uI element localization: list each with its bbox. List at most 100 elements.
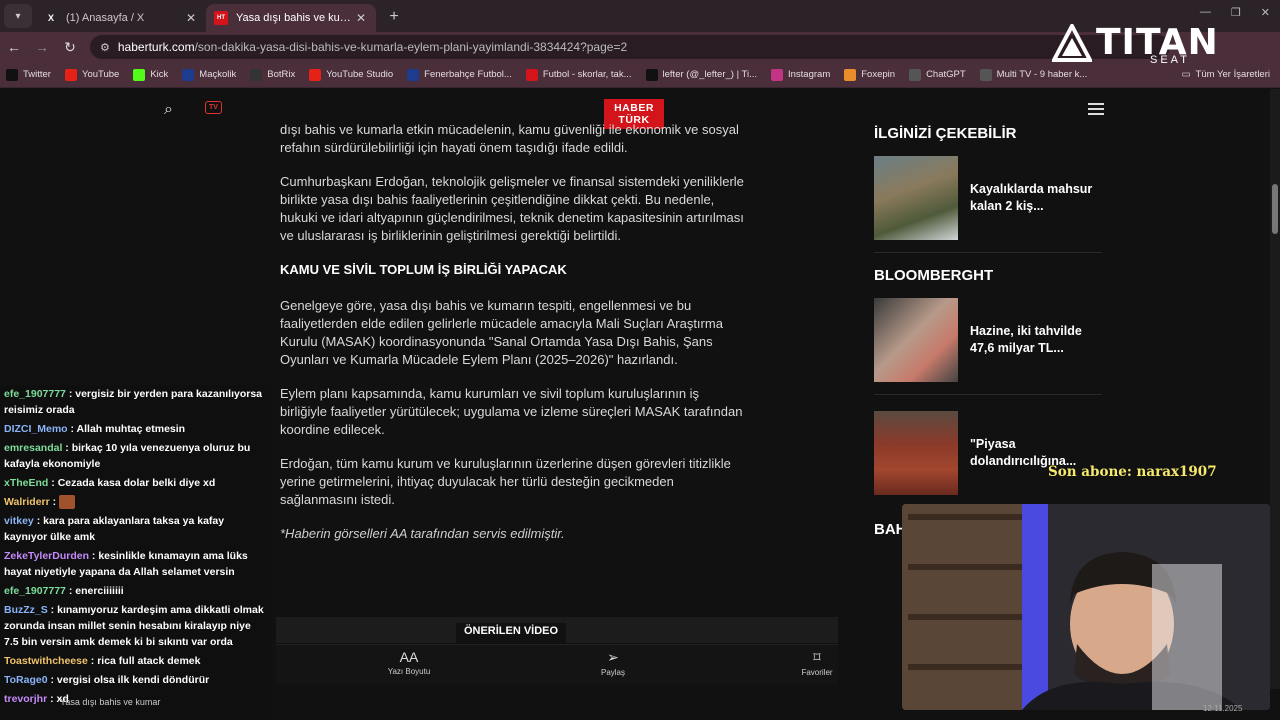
font-size-label: Yazı Boyutu	[387, 667, 431, 676]
forward-icon[interactable]: →	[28, 39, 56, 55]
chat-separator: :	[65, 388, 76, 400]
article-paragraph: Genelgeye göre, yasa dışı bahis ve kumar…	[280, 298, 723, 367]
bookmark-item[interactable]: Instagram	[771, 68, 830, 81]
bookmark-item[interactable]: BotRix	[250, 68, 296, 81]
bookmark-item[interactable]: Futbol - skorlar, tak...	[525, 68, 632, 81]
chat-username[interactable]: vitkey	[4, 515, 34, 527]
reload-icon[interactable]: ↻	[56, 39, 84, 56]
close-icon[interactable]: ✕	[354, 11, 368, 25]
chat-username[interactable]: Toastwithcheese	[4, 655, 88, 667]
chat-username[interactable]: BuzZz_S	[4, 604, 48, 616]
bookmark-item[interactable]: YouTube Studio	[309, 68, 394, 81]
chat-message: efe_1907777 : enerciiiiiii	[0, 582, 272, 601]
tab-title: Yasa dışı bahis ve kumarla eylem	[236, 12, 354, 24]
chat-message: efe_1907777 : vergisiz bir yerden para k…	[0, 385, 272, 420]
menu-icon[interactable]	[1088, 103, 1104, 118]
chat-message: Walriderr :	[0, 493, 272, 512]
article-paragraph: Cumhurbaşkanı Erdoğan, teknolojik gelişm…	[280, 174, 744, 243]
maximize-icon[interactable]: ❐	[1231, 6, 1241, 19]
bookmark-item[interactable]: Twitter	[6, 68, 51, 81]
share-icon: ➢	[607, 649, 619, 665]
chat-username[interactable]: emresandal	[4, 442, 62, 454]
taskbar-date: 12.11.2025	[1203, 704, 1243, 713]
chat-username[interactable]: xTheEnd	[4, 477, 48, 489]
favorites-button[interactable]: ⌑ Favoriler	[777, 649, 857, 677]
news-card[interactable]: Kayalıklarda mahsur kalan 2 kiş...	[874, 156, 1102, 253]
page-scrollbar[interactable]	[1270, 89, 1280, 689]
close-window-icon[interactable]: ✕	[1261, 6, 1270, 19]
tab-haberturk[interactable]: HT Yasa dışı bahis ve kumarla eylem ✕	[206, 4, 376, 32]
bookmark-item[interactable]: YouTube	[64, 68, 120, 81]
bookmark-icon	[844, 68, 857, 81]
section-title: İLGİNİZİ ÇEKEBİLİR	[874, 125, 1017, 142]
bookmark-item[interactable]: Fenerbahçe Futbol...	[407, 68, 512, 81]
all-bookmarks-label: Tüm Yer İşaretleri	[1195, 69, 1270, 80]
favorites-label: Favoriler	[801, 668, 833, 677]
bookmark-item[interactable]: Multi TV - 9 haber k...	[979, 68, 1087, 81]
taskbar-hint: Yasa dışı bahis ve kumar	[60, 697, 161, 707]
recommended-video-label: ÖNERİLEN VİDEO	[456, 623, 566, 643]
chat-message: Toastwithcheese : rica full atack demek	[0, 652, 272, 671]
news-thumbnail	[874, 156, 958, 240]
chat-separator: :	[89, 550, 99, 562]
bookmark-label: Twitter	[23, 69, 51, 80]
bookmark-icon	[250, 68, 263, 81]
new-tab-button[interactable]: +	[382, 8, 406, 26]
webcam-feed	[902, 504, 1270, 710]
bookmark-label: BotRix	[267, 69, 296, 80]
news-thumbnail	[874, 411, 958, 495]
webcam-image	[902, 504, 1270, 710]
stream-chat: efe_1907777 : vergisiz bir yerden para k…	[0, 385, 272, 720]
subscriber-alert: Son abone: narax1907	[1048, 464, 1217, 480]
bookmark-icon	[6, 68, 18, 81]
chat-message: xTheEnd : Cezada kasa dolar belki diye x…	[0, 474, 272, 493]
close-icon[interactable]: ✕	[184, 11, 198, 25]
sidebar: İLGİNİZİ ÇEKEBİLİR Kayalıklarda mahsur k…	[874, 125, 1102, 552]
haberturk-icon: HT	[214, 11, 228, 25]
site-info-icon[interactable]: ⚙	[100, 41, 110, 54]
chat-username[interactable]: ToRage0	[4, 674, 48, 686]
bookmark-icon: ⌑	[813, 649, 821, 665]
all-bookmarks[interactable]: ▭ Tüm Yer İşaretleri	[1182, 69, 1270, 80]
url-host: haberturk.com	[117, 40, 195, 54]
bookmark-icon	[525, 68, 538, 81]
bookmark-label: YouTube	[81, 69, 120, 80]
bookmark-item[interactable]: lefter (@_lefter_) | Ti...	[645, 68, 757, 81]
news-card[interactable]: Hazine, iki tahvilde 47,6 milyar TL...	[874, 298, 1102, 395]
article-paragraph: dışı bahis ve kumarla etkin mücadelenin,…	[280, 122, 739, 155]
back-icon[interactable]: ←	[0, 39, 28, 55]
news-title: Kayalıklarda mahsur kalan 2 kiş...	[970, 182, 1093, 213]
chat-text: vergisi olsa ilk kendi döndürür	[56, 674, 210, 686]
chat-username[interactable]: efe_1907777	[4, 388, 66, 400]
chat-username[interactable]: trevorjhr	[4, 693, 47, 705]
address-bar[interactable]: ⚙ haberturk.com/son-dakika-yasa-disi-bah…	[90, 35, 1170, 59]
bookmark-label: Fenerbahçe Futbol...	[424, 69, 512, 80]
chat-username[interactable]: Walriderr	[4, 496, 50, 508]
search-icon[interactable]: ⌕	[164, 101, 173, 119]
chat-separator: :	[62, 442, 72, 454]
chat-text: Cezada kasa dolar belki diye xd	[57, 477, 216, 489]
url-path: /son-dakika-yasa-disi-bahis-ve-kumarla-e…	[194, 40, 628, 54]
bookmark-item[interactable]: Kick	[133, 68, 169, 81]
tab-search-button[interactable]: ▾	[4, 4, 32, 28]
bookmark-label: Futbol - skorlar, tak...	[542, 69, 632, 80]
font-size-button[interactable]: AA Yazı Boyutu	[369, 649, 449, 676]
emote-icon	[59, 495, 76, 510]
bookmark-item[interactable]: Maçkolik	[182, 68, 236, 81]
brand-sub: SEAT	[1150, 54, 1190, 66]
news-thumbnail	[874, 298, 958, 382]
chat-separator: :	[48, 477, 58, 489]
chat-username[interactable]: DIZCI_Memo	[4, 423, 68, 435]
bookmark-label: Kick	[150, 69, 169, 80]
chat-username[interactable]: ZekeTylerDurden	[4, 550, 89, 562]
bookmark-item[interactable]: ChatGPT	[909, 68, 966, 81]
minimize-icon[interactable]: —	[1200, 6, 1211, 19]
tab-x[interactable]: X (1) Anasayfa / X ✕	[36, 4, 206, 32]
bookmark-item[interactable]: Foxepin	[844, 68, 895, 81]
bookmark-label: YouTube Studio	[326, 69, 394, 80]
tv-icon[interactable]: TV	[205, 101, 222, 114]
share-button[interactable]: ➢ Paylaş	[573, 649, 653, 677]
news-card[interactable]: "Piyasa dolandırıcılığına...	[874, 411, 1102, 507]
chat-username[interactable]: efe_1907777	[4, 585, 66, 597]
scrollbar-thumb[interactable]	[1272, 184, 1278, 234]
